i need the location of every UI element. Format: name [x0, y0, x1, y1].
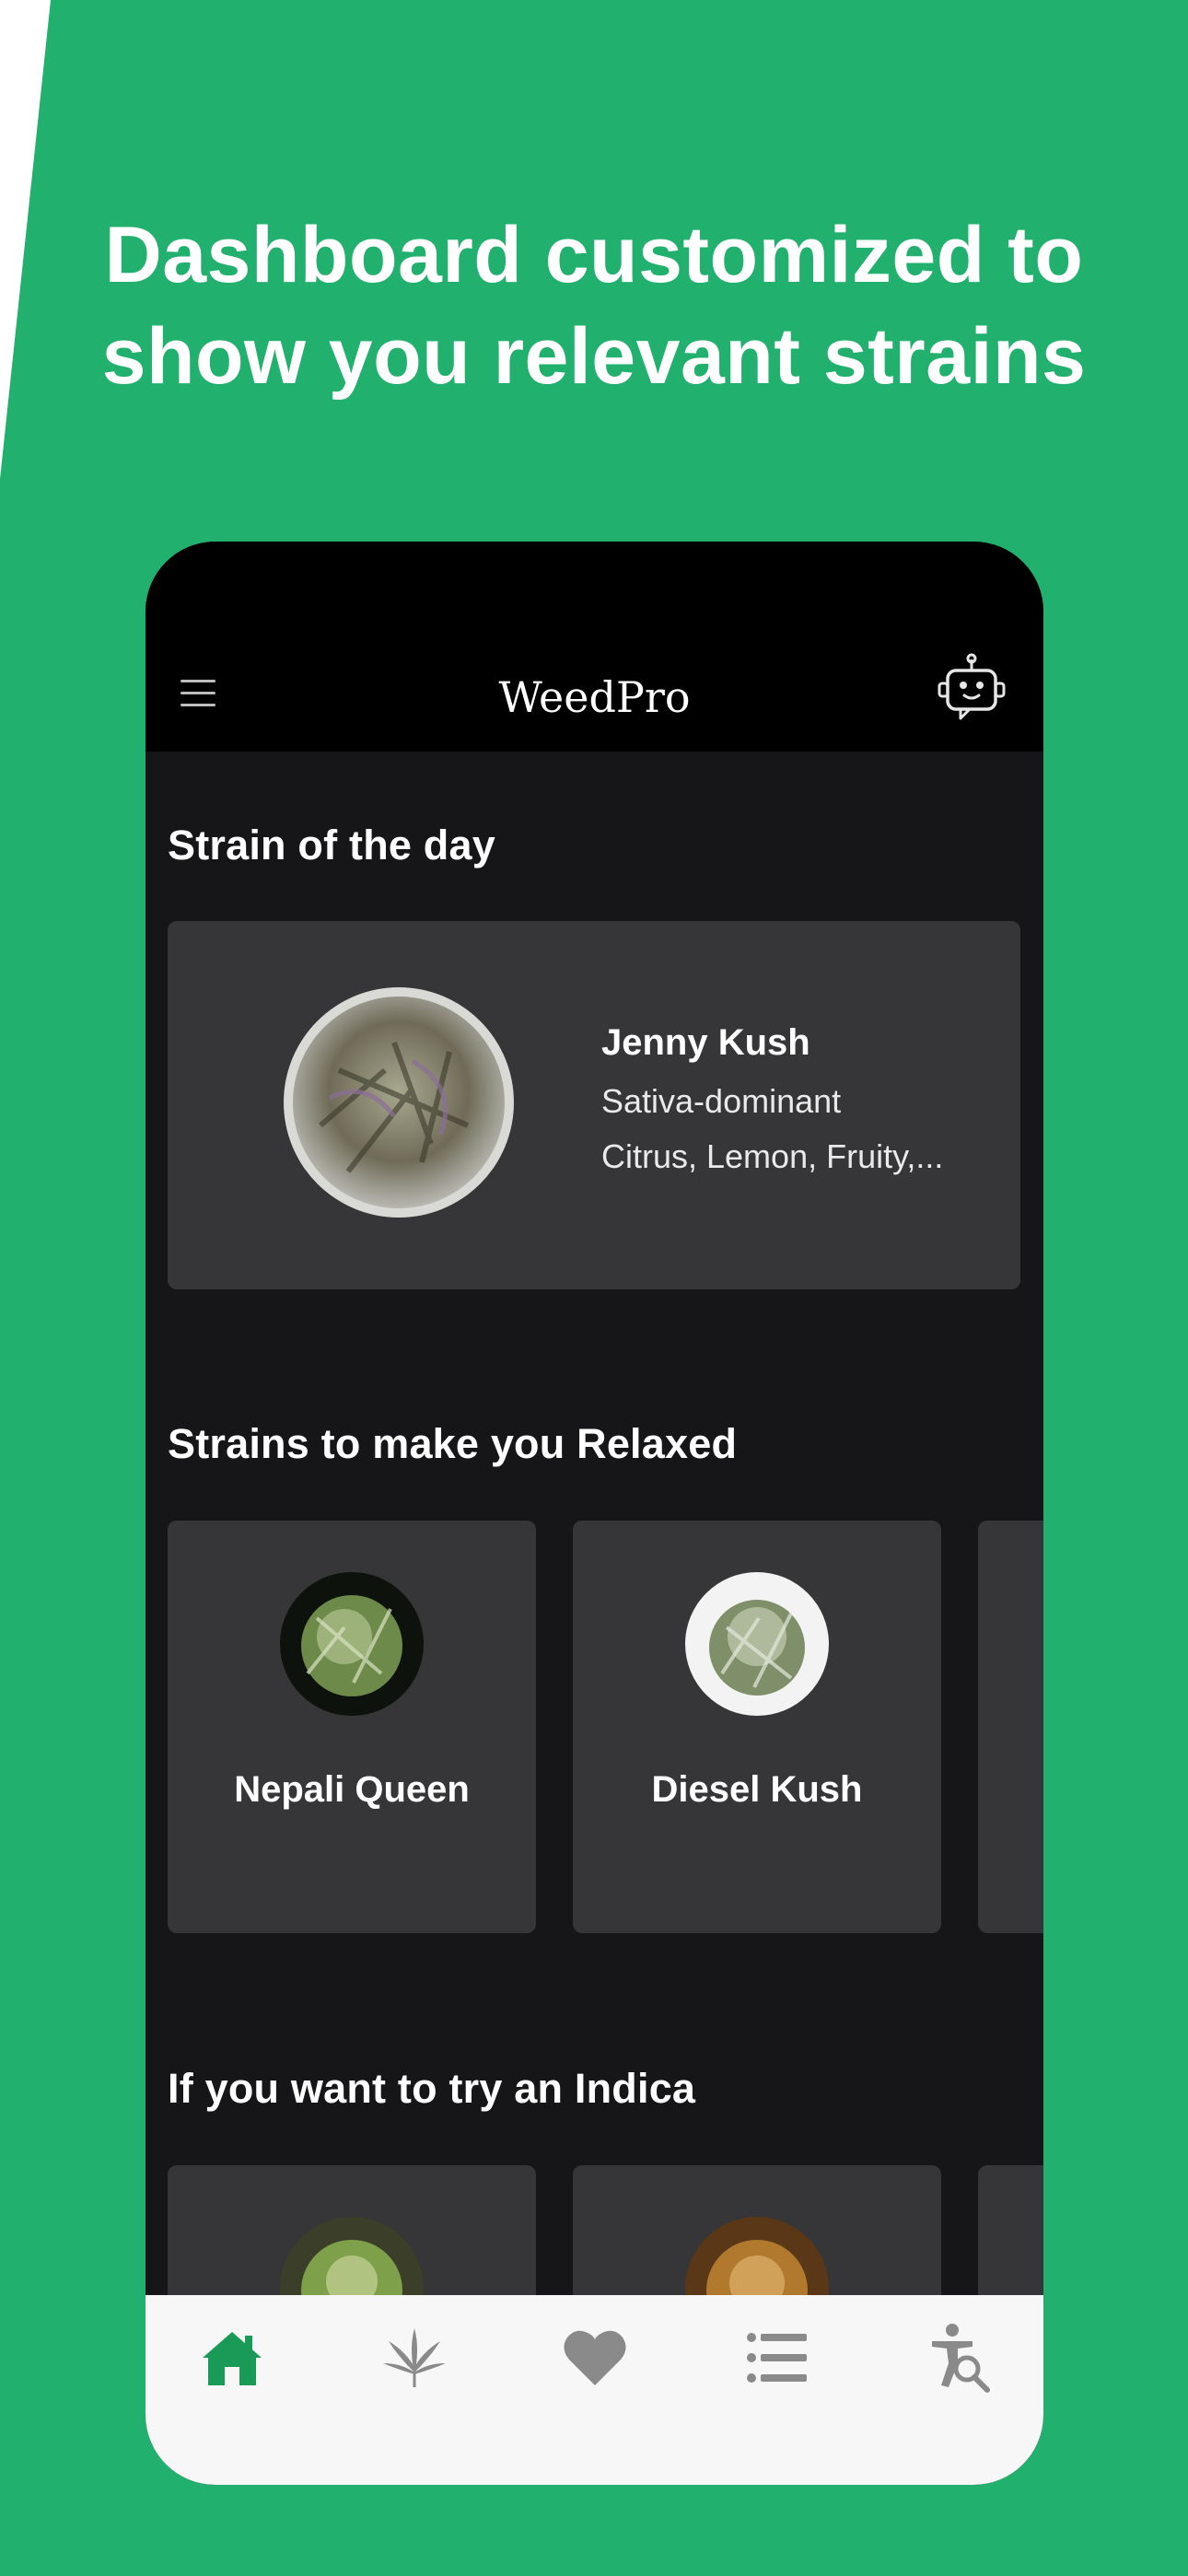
list-icon[interactable] — [740, 2321, 814, 2395]
strain-photo-diesel-kush — [685, 1572, 829, 1716]
bottom-tab-bar — [146, 2295, 1043, 2485]
accessibility-search-icon[interactable] — [921, 2321, 995, 2395]
strain-card-nepali-queen[interactable]: Nepali Queen — [168, 1521, 536, 1933]
section-title-strain-of-day: Strain of the day — [168, 822, 495, 868]
relaxed-strains-carousel[interactable]: Nepali Queen Diesel Kush — [146, 1521, 1043, 1944]
strain-of-day-name: Jenny Kush — [601, 1022, 810, 1063]
robot-assistant-icon[interactable] — [935, 652, 1008, 726]
strain-of-day-type: Sativa-dominant — [601, 1082, 842, 1120]
top-navigation-bar: WeedPro — [146, 643, 1043, 752]
section-title-relaxed: Strains to make you Relaxed — [168, 1420, 738, 1467]
strain-card-name: Nepali Queen — [234, 1769, 470, 1810]
heart-icon[interactable] — [558, 2321, 632, 2395]
strain-photo-nepali-queen — [280, 1572, 424, 1716]
headline-line-1: Dashboard customized to — [104, 211, 1084, 299]
headline-line-2: show you relevant strains — [101, 312, 1087, 401]
section-title-indica: If you want to try an Indica — [168, 2065, 696, 2112]
app-title: WeedPro — [498, 672, 691, 722]
home-icon[interactable] — [195, 2321, 269, 2395]
strain-card-diesel-kush[interactable]: Diesel Kush — [573, 1521, 941, 1933]
cannabis-leaf-icon[interactable] — [378, 2321, 451, 2395]
strain-of-day-flavors: Citrus, Lemon, Fruity,... — [601, 1137, 944, 1175]
strain-card-partial[interactable] — [978, 1521, 1043, 1933]
phone-screen: WeedPro Strain of the day Jenny Kush Sat… — [146, 542, 1043, 2485]
strain-photo-jenny-kush — [284, 987, 514, 1218]
strain-card-name: Diesel Kush — [651, 1769, 863, 1810]
promo-headline: Dashboard customized to show you relevan… — [0, 204, 1188, 407]
strain-of-day-card[interactable]: Jenny Kush Sativa-dominant Citrus, Lemon… — [168, 921, 1020, 1289]
